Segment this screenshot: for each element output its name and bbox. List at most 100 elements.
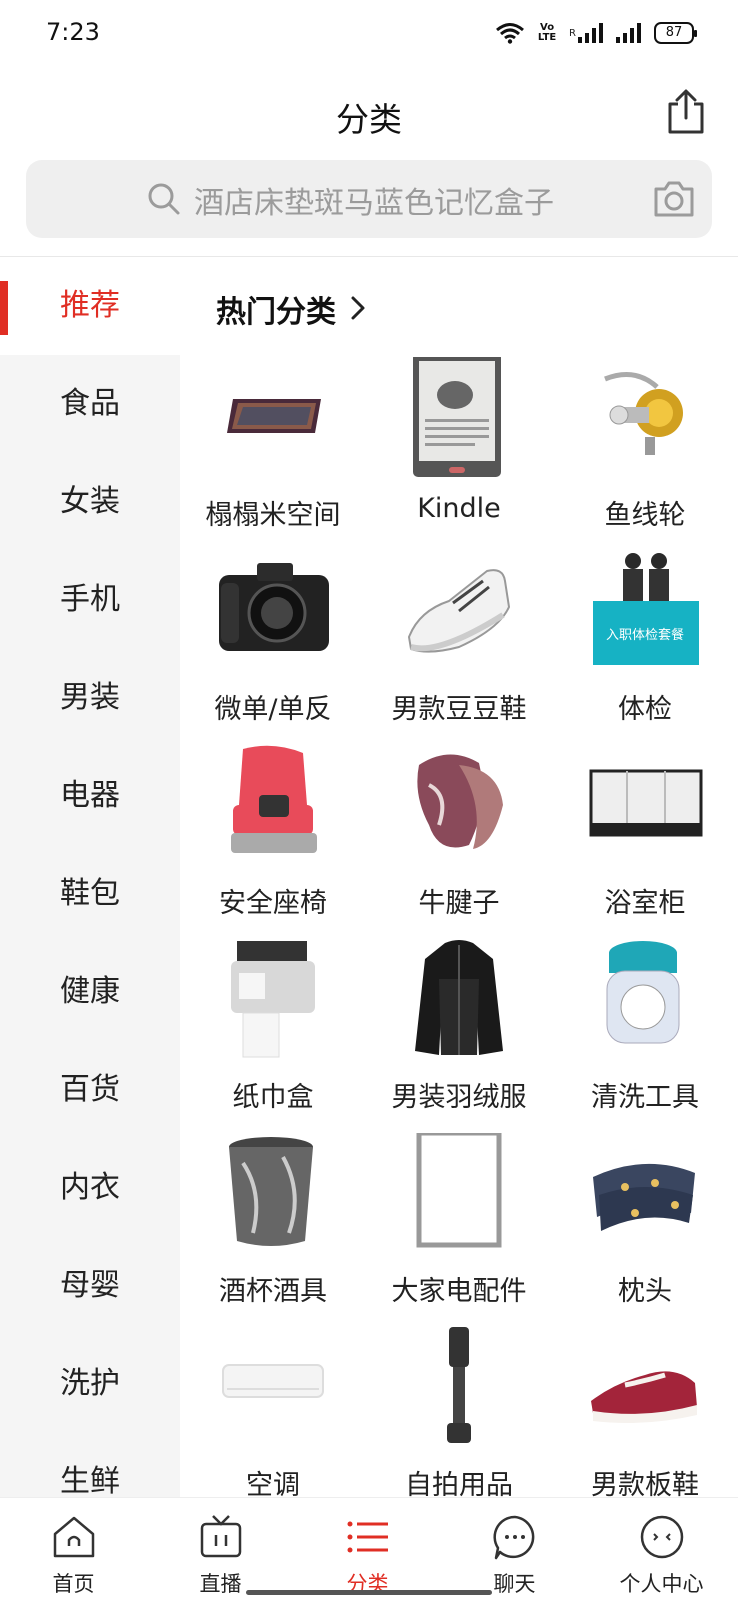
- category-cell[interactable]: 入职体检套餐 体检: [552, 551, 738, 749]
- sidebar-item-fresh[interactable]: 生鲜: [0, 1433, 180, 1497]
- profile-face-icon: [640, 1515, 683, 1559]
- category-label: 体检: [618, 694, 672, 725]
- category-cell[interactable]: 安全座椅: [180, 745, 366, 943]
- bathroom-cabinet-image: [589, 769, 703, 837]
- category-label: Kindle: [417, 493, 501, 524]
- category-label: 鱼线轮: [604, 500, 686, 531]
- category-cell[interactable]: 自拍用品: [366, 1327, 552, 1497]
- page-title: 分类: [336, 100, 402, 139]
- sidebar-item-womens[interactable]: 女装: [0, 453, 180, 551]
- category-cell[interactable]: 空调: [180, 1327, 366, 1497]
- home-indicator[interactable]: [246, 1590, 492, 1595]
- category-label: 榻榻米空间: [205, 500, 341, 531]
- volte-indicator: Vo LTE: [535, 23, 559, 43]
- sidebar-item-label: 推荐: [60, 288, 120, 323]
- health-checkup-image: 入职体检套餐: [593, 553, 699, 665]
- tab-live[interactable]: 直播: [147, 1498, 294, 1600]
- signal-icon-sim1: [578, 23, 603, 43]
- sidebar-item-label: 手机: [60, 582, 120, 617]
- sidebar-item-underwear[interactable]: 内衣: [0, 1139, 180, 1237]
- category-cell[interactable]: 枕头: [552, 1133, 738, 1331]
- fishing-reel-image: [604, 372, 683, 455]
- sidebar-item-mens[interactable]: 男装: [0, 649, 180, 747]
- sidebar-item-phones[interactable]: 手机: [0, 551, 180, 649]
- bottom-tab-bar: 首页 直播 分类 聊天 个人中心: [0, 1497, 738, 1600]
- category-label: 纸巾盒: [232, 1082, 314, 1113]
- category-cell[interactable]: 微单/单反: [180, 551, 366, 749]
- tab-category[interactable]: 分类: [294, 1498, 441, 1600]
- category-label: 酒杯酒具: [219, 1276, 327, 1307]
- sidebar-item-label: 食品: [60, 386, 120, 421]
- category-cell[interactable]: 男款板鞋: [552, 1327, 738, 1497]
- sidebar-item-food[interactable]: 食品: [0, 355, 180, 453]
- pillow-image: [593, 1163, 695, 1231]
- tv-icon: [200, 1515, 241, 1558]
- category-label: 浴室柜: [604, 888, 686, 919]
- header: 分类: [0, 80, 738, 150]
- category-cell[interactable]: 清洗工具: [552, 939, 738, 1137]
- board-shoe-image: [591, 1371, 697, 1423]
- tab-home[interactable]: 首页: [0, 1498, 147, 1600]
- category-cell[interactable]: 酒杯酒具: [180, 1133, 366, 1331]
- category-cell[interactable]: 浴室柜: [552, 745, 738, 943]
- sidebar-item-label: 洗护: [60, 1366, 120, 1401]
- category-content: 热门分类 榻榻米空间 Kindle 鱼线轮 微单/单反 男款豆豆鞋 入职体检套餐…: [180, 257, 738, 1497]
- camera-icon[interactable]: [650, 175, 698, 223]
- category-cell[interactable]: 牛腱子: [366, 745, 552, 943]
- category-label: 男款豆豆鞋: [391, 694, 527, 725]
- tab-label: 个人中心: [619, 1572, 704, 1596]
- tab-label: 首页: [52, 1572, 95, 1596]
- tab-profile[interactable]: 个人中心: [588, 1498, 735, 1600]
- category-label: 空调: [246, 1470, 300, 1497]
- category-cell[interactable]: 榻榻米空间: [180, 357, 366, 555]
- chevron-right-icon[interactable]: [348, 293, 368, 323]
- sidebar-item-health[interactable]: 健康: [0, 943, 180, 1041]
- sidebar-item-label: 女装: [60, 484, 120, 519]
- status-time: 7:23: [46, 18, 100, 46]
- sidebar-item-label: 母婴: [60, 1268, 120, 1303]
- sidebar-item-shoes-bags[interactable]: 鞋包: [0, 845, 180, 943]
- tissue-box-image: [231, 941, 315, 1058]
- selfie-stick-image: [447, 1327, 471, 1443]
- category-sidebar[interactable]: 推荐 食品 女装 手机 男装 电器 鞋包 健康 百货 内衣 母婴 洗护 生鲜: [0, 257, 180, 1497]
- checkup-badge-text: 入职体检套餐: [606, 627, 684, 643]
- lens-cleaner-image: [606, 941, 680, 1044]
- category-label: 男装羽绒服: [391, 1082, 527, 1113]
- appliance-frame-image: [416, 1133, 502, 1248]
- category-list-icon: [347, 1521, 388, 1553]
- tab-chat[interactable]: 聊天: [441, 1498, 588, 1600]
- sidebar-item-label: 百货: [60, 1072, 120, 1107]
- camera-image: [219, 563, 329, 651]
- status-icons: Vo LTE R 87: [495, 20, 697, 46]
- sidebar-item-label: 男装: [60, 680, 120, 715]
- sidebar-item-label: 内衣: [60, 1170, 120, 1205]
- search-icon: [148, 183, 180, 215]
- sim-roaming-label: R: [569, 27, 576, 39]
- category-label: 枕头: [618, 1276, 672, 1307]
- section-title[interactable]: 热门分类: [216, 287, 336, 331]
- sidebar-item-recommended[interactable]: 推荐: [0, 257, 180, 355]
- sidebar-item-appliances[interactable]: 电器: [0, 747, 180, 845]
- ereader-image: [413, 357, 501, 477]
- category-label: 男款板鞋: [591, 1470, 699, 1497]
- search-bar[interactable]: 酒店床垫斑马蓝色记忆盒子: [26, 160, 712, 238]
- category-label: 微单/单反: [214, 694, 332, 725]
- category-cell[interactable]: 男款豆豆鞋: [366, 551, 552, 749]
- category-cell[interactable]: 男装羽绒服: [366, 939, 552, 1137]
- search-input[interactable]: 酒店床垫斑马蓝色记忆盒子: [194, 178, 554, 222]
- beef-shank-image: [417, 754, 503, 849]
- category-cell[interactable]: 大家电配件: [366, 1133, 552, 1331]
- sneaker-image: [407, 569, 511, 653]
- share-icon[interactable]: [664, 88, 708, 136]
- category-cell[interactable]: Kindle: [366, 357, 552, 555]
- category-cell[interactable]: 鱼线轮: [552, 357, 738, 555]
- sidebar-item-care[interactable]: 洗护: [0, 1335, 180, 1433]
- category-label: 安全座椅: [219, 888, 327, 919]
- sidebar-item-baby[interactable]: 母婴: [0, 1237, 180, 1335]
- battery-indicator: 87: [654, 22, 697, 44]
- child-seat-image: [231, 745, 317, 853]
- category-cell[interactable]: 纸巾盒: [180, 939, 366, 1137]
- air-conditioner-image: [222, 1364, 324, 1398]
- sidebar-item-general[interactable]: 百货: [0, 1041, 180, 1139]
- sidebar-item-label: 生鲜: [60, 1464, 120, 1497]
